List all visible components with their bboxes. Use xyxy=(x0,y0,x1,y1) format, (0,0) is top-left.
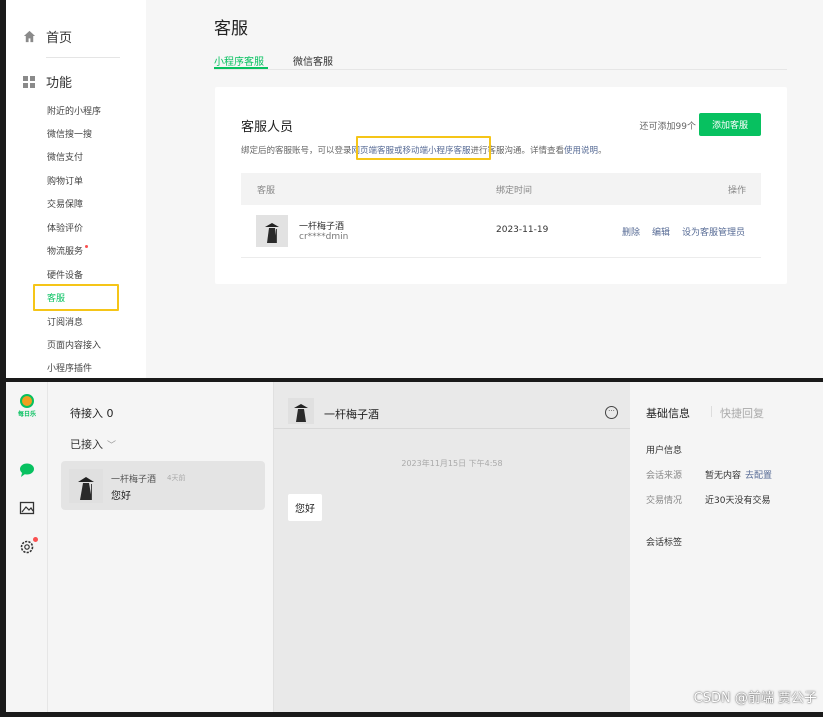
more-options-button[interactable]: ··· xyxy=(605,406,618,419)
card-description: 绑定后的客服账号，可以登录网页端客服或移动端小程序客服进行客服沟通。详情查看使用… xyxy=(241,144,607,156)
sidebar-item-logistics[interactable]: 物流服务 xyxy=(47,245,89,259)
help-link[interactable]: 使用说明 xyxy=(564,146,598,156)
delete-link[interactable]: 删除 xyxy=(622,225,640,238)
sidebar-item-nearby[interactable]: 附近的小程序 xyxy=(47,105,101,119)
source-value-group: 暂无内容 去配置 xyxy=(705,468,772,481)
conversation-name: 一杆梅子酒 xyxy=(111,475,157,485)
desc-text-3: 。 xyxy=(598,146,607,156)
avatar xyxy=(69,469,103,503)
tab-quick-reply[interactable]: 快捷回复 xyxy=(720,405,764,421)
add-agent-button[interactable]: 添加客服 xyxy=(699,113,761,136)
agent-account: cr****dmin xyxy=(299,232,349,242)
source-row: 会话来源 暂无内容 去配置 xyxy=(646,468,772,481)
chat-title: 一杆梅子酒 xyxy=(324,408,379,421)
accepted-toggle[interactable]: 已接入 ﹀ xyxy=(70,436,116,452)
chat-window: 一杆梅子酒 ··· 2023年11月15日 下午4:58 您好 xyxy=(274,382,630,712)
card-title: 客服人员 xyxy=(241,120,294,135)
pending-count[interactable]: 待接入 0 xyxy=(70,405,114,421)
grid-icon xyxy=(22,75,36,89)
sidebar-item-hardware[interactable]: 硬件设备 xyxy=(47,269,83,283)
page-title: 客服 xyxy=(214,19,248,39)
sidebar-item-subscribe[interactable]: 订阅消息 xyxy=(47,316,83,330)
nav-rail: 每日乐 xyxy=(6,382,48,712)
agents-card: 客服人员 还可添加99个 添加客服 绑定后的客服账号，可以登录网页端客服或移动端… xyxy=(215,87,787,284)
image-icon[interactable] xyxy=(19,500,35,516)
sidebar-function[interactable]: 功能 xyxy=(22,72,72,91)
tab-divider xyxy=(711,406,712,417)
divider xyxy=(46,57,120,58)
message-timestamp: 2023年11月15日 下午4:58 xyxy=(401,459,503,468)
table-row: 一杆梅子酒 cr****dmin 2023-11-19 删除 编辑 设为客服管理… xyxy=(241,205,761,258)
set-admin-link[interactable]: 设为客服管理员 xyxy=(682,225,745,238)
avatar xyxy=(256,215,288,247)
tab-basic-info[interactable]: 基础信息 xyxy=(646,405,690,421)
accepted-label: 已接入 xyxy=(70,438,103,451)
logo: 每日乐 xyxy=(12,394,42,418)
logo-text: 每日乐 xyxy=(17,411,36,418)
table-header: 客服 绑定时间 操作 xyxy=(241,173,761,205)
conversation-list: 待接入 0 已接入 ﹀ 一杆梅子酒 4天前 您好 xyxy=(48,382,274,712)
column-bind-time: 绑定时间 xyxy=(496,186,533,196)
watermark: CSDN @前端 贾公子 xyxy=(693,691,817,706)
avatar xyxy=(288,398,314,424)
logo-mark xyxy=(20,394,34,408)
bind-date: 2023-11-19 xyxy=(496,225,549,235)
tab-wechat-service[interactable]: 微信客服 xyxy=(293,53,333,68)
source-value: 暂无内容 xyxy=(705,471,742,481)
sidebar-item-content[interactable]: 页面内容接入 xyxy=(47,339,101,353)
sidebar-item-orders[interactable]: 购物订单 xyxy=(47,175,83,189)
remaining-count: 还可添加99个 xyxy=(639,122,696,132)
sidebar-home[interactable]: 首页 xyxy=(22,27,72,46)
trade-value: 近30天没有交易 xyxy=(705,496,771,506)
user-info-heading: 用户信息 xyxy=(646,446,683,456)
sidebar-item-search[interactable]: 微信搜一搜 xyxy=(47,128,92,142)
tags-label: 会话标签 xyxy=(646,538,683,548)
sidebar-item-pay[interactable]: 微信支付 xyxy=(47,151,83,165)
message-bubble: 您好 xyxy=(288,494,322,521)
sidebar-item-customer-service[interactable]: 客服 xyxy=(47,292,65,306)
sidebar-item-guarantee[interactable]: 交易保障 xyxy=(47,198,83,212)
tab-active-indicator xyxy=(214,67,268,69)
column-actions: 操作 xyxy=(728,186,747,196)
badge-dot xyxy=(85,245,89,248)
sidebar-item-review[interactable]: 体验评价 xyxy=(47,222,83,236)
agent-name: 一杆梅子酒 xyxy=(299,222,345,232)
source-label: 会话来源 xyxy=(646,471,683,481)
trade-label: 交易情况 xyxy=(646,496,683,506)
tabs-divider xyxy=(214,69,787,70)
list-item[interactable]: 一杆梅子酒 4天前 您好 xyxy=(61,461,265,510)
edit-link[interactable]: 编辑 xyxy=(652,225,670,238)
home-icon xyxy=(22,30,36,44)
chat-header: 一杆梅子酒 ··· xyxy=(274,382,630,429)
desc-link[interactable]: 网页端客服或移动端小程序客服 xyxy=(352,146,471,156)
mp-admin-panel: 首页 功能 附近的小程序 微信搜一搜 微信支付 购物订单 交易保障 体验评价 物… xyxy=(0,0,823,378)
sidebar-home-label: 首页 xyxy=(46,31,73,46)
trade-row: 交易情况 近30天没有交易 xyxy=(646,493,770,506)
info-panel: 基础信息 快捷回复 用户信息 会话来源 暂无内容 去配置 交易情况 近30天没有交… xyxy=(630,382,823,712)
chat-icon[interactable] xyxy=(19,462,35,478)
notification-dot xyxy=(33,537,38,542)
configure-link[interactable]: 去配置 xyxy=(745,471,772,481)
tab-miniprogram-service[interactable]: 小程序客服 xyxy=(214,53,264,68)
chevron-down-icon: ﹀ xyxy=(107,441,117,451)
sidebar-item-logistics-label: 物流服务 xyxy=(47,247,84,257)
sidebar-item-plugins[interactable]: 小程序插件 xyxy=(47,362,92,376)
desc-text-2: 进行客服沟通。详情查看 xyxy=(470,146,565,156)
sidebar: 首页 功能 附近的小程序 微信搜一搜 微信支付 购物订单 交易保障 体验评价 物… xyxy=(6,0,146,378)
service-console: 每日乐 待接入 0 已接入 ﹀ 一杆梅子酒 4天前 您好 一杆梅子酒 ··· 2… xyxy=(0,382,823,712)
sidebar-function-label: 功能 xyxy=(46,76,73,91)
conversation-time: 4天前 xyxy=(167,474,186,482)
settings-icon[interactable] xyxy=(19,539,35,555)
desc-text: 绑定后的客服账号，可以登录 xyxy=(241,146,352,156)
conversation-preview: 您好 xyxy=(111,491,131,502)
column-agent: 客服 xyxy=(257,186,276,196)
highlight-box xyxy=(33,284,119,311)
